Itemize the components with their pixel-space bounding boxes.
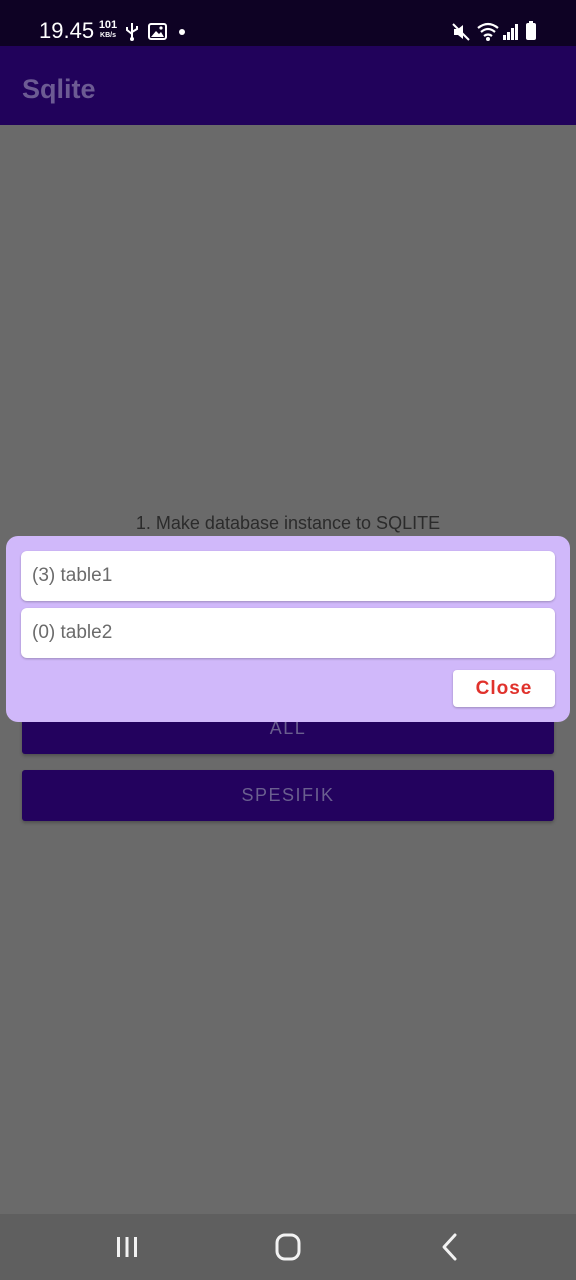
image-icon — [148, 23, 167, 40]
network-speed-unit: KB/s — [100, 32, 116, 39]
app-title: Sqlite — [22, 74, 96, 104]
spesifik-button[interactable]: SPESIFIK — [22, 770, 554, 821]
screen: 19.45 101 KB/s Sqlite 1. Make database i… — [0, 0, 576, 1280]
network-speed: 101 KB/s — [96, 19, 120, 40]
network-speed-value: 101 — [98, 19, 118, 31]
wifi-icon — [477, 22, 499, 41]
close-button[interactable]: Close — [453, 670, 555, 707]
instruction-text: 1. Make database instance to SQLITE — [135, 513, 441, 533]
status-time: 19.45 — [39, 18, 95, 43]
dialog-list-item-table2[interactable]: (0) table2 — [21, 608, 555, 658]
recents-icon[interactable] — [107, 1232, 147, 1262]
usb-icon — [126, 23, 138, 41]
signal-icon — [503, 24, 518, 40]
navigation-bar — [0, 1214, 576, 1280]
status-bar: 19.45 101 KB/s — [0, 0, 576, 46]
app-bar: Sqlite — [0, 46, 576, 125]
mute-icon — [452, 23, 470, 41]
table-list-dialog: (3) table1 (0) table2 Close — [6, 536, 570, 722]
battery-icon — [526, 21, 536, 40]
home-icon[interactable] — [268, 1232, 308, 1262]
dialog-list-item-table1[interactable]: (3) table1 — [21, 551, 555, 601]
notification-dot-icon — [179, 29, 185, 35]
back-icon[interactable] — [430, 1232, 470, 1262]
